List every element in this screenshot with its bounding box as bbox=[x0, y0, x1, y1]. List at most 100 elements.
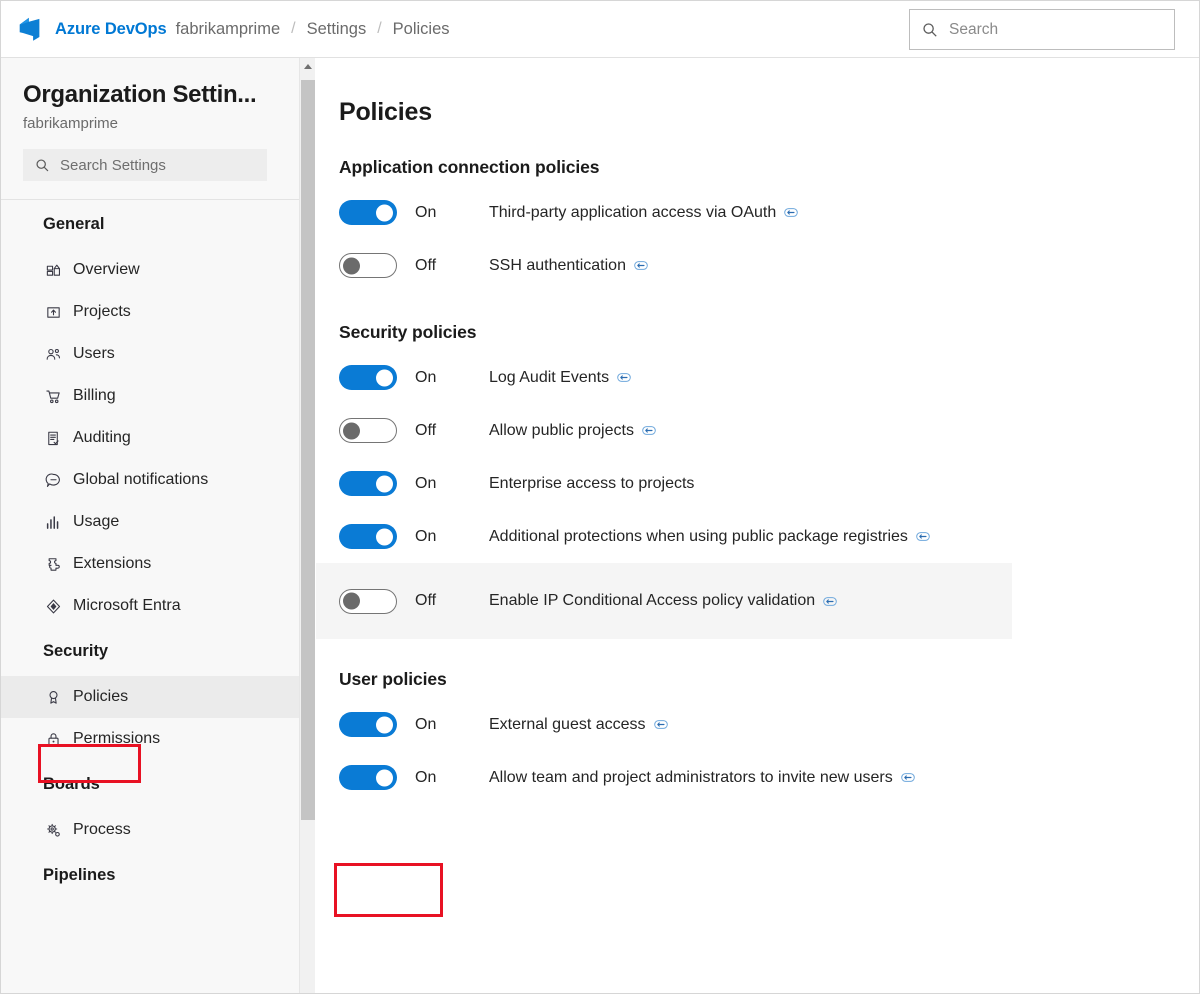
settings-search-placeholder: Search Settings bbox=[60, 156, 166, 174]
sidebar-item-label: Global notifications bbox=[73, 471, 209, 488]
sidebar-item-label: Permissions bbox=[73, 730, 161, 747]
policy-rows: On External guest access On Allow team and… bbox=[316, 698, 1199, 804]
external-link-icon[interactable] bbox=[784, 207, 799, 218]
policy-section: Security policies On Log Audit Events Off A… bbox=[316, 322, 1199, 639]
breadcrumb-separator: / bbox=[291, 20, 296, 37]
sidebar-item-microsoft-entra[interactable]: Microsoft Entra bbox=[1, 585, 299, 627]
policy-row[interactable]: Off SSH authentication bbox=[316, 239, 1012, 292]
policy-toggle[interactable] bbox=[339, 200, 397, 225]
policy-toggle[interactable] bbox=[339, 524, 397, 549]
users-icon bbox=[43, 344, 63, 364]
sidebar-item-label: Billing bbox=[73, 387, 116, 404]
scrollbar-thumb[interactable] bbox=[301, 80, 315, 820]
breadcrumb-settings[interactable]: Settings bbox=[307, 20, 367, 39]
toggle-knob bbox=[343, 257, 360, 274]
external-link-icon[interactable] bbox=[642, 425, 656, 436]
global-search-placeholder: Search bbox=[949, 20, 999, 38]
sidebar-item-billing[interactable]: Billing bbox=[1, 375, 299, 417]
policy-state-label: On bbox=[415, 768, 437, 786]
policy-row[interactable]: On Additional protections when using publ… bbox=[316, 510, 1012, 563]
sidebar-item-extensions[interactable]: Extensions bbox=[1, 543, 299, 585]
policy-row[interactable]: On Allow team and project administrators … bbox=[316, 751, 1012, 804]
toggle-knob bbox=[343, 422, 360, 439]
policy-row[interactable]: Off Allow public projects bbox=[316, 404, 1012, 457]
sidebar-item-label: Auditing bbox=[73, 429, 131, 446]
sidebar-item-usage[interactable]: Usage bbox=[1, 501, 299, 543]
policy-row[interactable]: On Third-party application access via OAu… bbox=[316, 186, 1012, 239]
policy-state-label: On bbox=[415, 527, 437, 545]
chevron-up-icon[interactable] bbox=[300, 58, 315, 75]
global-search-box[interactable]: Search bbox=[909, 9, 1175, 50]
policy-name: Enterprise access to projects bbox=[489, 475, 694, 493]
breadcrumb-policies[interactable]: Policies bbox=[393, 20, 450, 39]
policy-name: Allow public projects bbox=[489, 422, 656, 440]
main-content: Policies Application connection policies… bbox=[316, 58, 1199, 993]
sidebar-item-policies[interactable]: Policies bbox=[1, 676, 299, 718]
sidebar-item-process[interactable]: Process bbox=[1, 809, 299, 851]
policy-name: Additional protections when using public… bbox=[489, 528, 930, 546]
policy-name: Enable IP Conditional Access policy vali… bbox=[489, 592, 837, 610]
sidebar-item-projects[interactable]: Projects bbox=[1, 291, 299, 333]
sidebar-item-auditing[interactable]: Auditing bbox=[1, 417, 299, 459]
policy-section-title: User policies bbox=[339, 669, 447, 689]
policy-name-text: Third-party application access via OAuth bbox=[489, 203, 777, 221]
policy-row[interactable]: On External guest access bbox=[316, 698, 1012, 751]
sidebar-item-overview[interactable]: Overview bbox=[1, 249, 299, 291]
sidebar-item-label: Process bbox=[73, 821, 131, 838]
sidebar-item-label: Microsoft Entra bbox=[73, 597, 181, 614]
policy-name-text: Enable IP Conditional Access policy vali… bbox=[489, 592, 816, 609]
toggle-knob bbox=[376, 475, 393, 492]
top-header: Azure DevOps fabrikamprime / Settings / … bbox=[1, 1, 1199, 58]
policy-state-label: On bbox=[415, 474, 437, 492]
sidebar-group-boards: Boards bbox=[43, 775, 100, 793]
sidebar-item-label: Usage bbox=[73, 513, 120, 530]
policy-row[interactable]: On Log Audit Events bbox=[316, 351, 1012, 404]
external-link-icon[interactable] bbox=[617, 372, 631, 383]
sidebar-group-security: Security bbox=[43, 642, 109, 660]
policy-state-label: Off bbox=[415, 592, 437, 609]
shopping-cart-icon bbox=[43, 386, 63, 406]
policy-name: Log Audit Events bbox=[489, 369, 631, 387]
brand-label[interactable]: Azure DevOps bbox=[55, 20, 167, 39]
policy-toggle[interactable] bbox=[339, 253, 397, 278]
toggle-knob bbox=[376, 716, 393, 733]
toggle-knob bbox=[376, 528, 393, 545]
external-link-icon[interactable] bbox=[900, 772, 915, 783]
policy-state-label: On bbox=[415, 203, 437, 221]
policy-toggle[interactable] bbox=[339, 765, 397, 790]
policy-toggle[interactable] bbox=[339, 471, 397, 496]
policy-toggle[interactable] bbox=[339, 418, 397, 443]
search-icon bbox=[922, 22, 938, 38]
policy-ribbon-icon bbox=[43, 687, 63, 707]
sidebar-scrollbar[interactable] bbox=[299, 58, 315, 993]
policy-toggle[interactable] bbox=[339, 712, 397, 737]
sidebar-item-users[interactable]: Users bbox=[1, 333, 299, 375]
bar-chart-icon bbox=[43, 512, 63, 532]
overview-grid-icon bbox=[43, 260, 63, 280]
sidebar-item-label: Users bbox=[73, 345, 115, 362]
sidebar-group-general: General bbox=[43, 215, 105, 233]
external-link-icon[interactable] bbox=[823, 596, 837, 607]
toggle-knob bbox=[376, 769, 393, 786]
policy-name-text: SSH authentication bbox=[489, 256, 626, 274]
puzzle-extension-icon bbox=[43, 554, 63, 574]
policy-row[interactable]: On Enterprise access to projects bbox=[316, 457, 1012, 510]
azure-devops-logo[interactable] bbox=[13, 12, 47, 46]
policy-state-label: Off bbox=[415, 421, 437, 439]
policy-name-text: Additional protections when using public… bbox=[489, 527, 908, 545]
policy-toggle[interactable] bbox=[339, 588, 397, 614]
sidebar-item-global-notifications[interactable]: Global notifications bbox=[1, 459, 299, 501]
policy-row[interactable]: Off Enable IP Conditional Access policy v… bbox=[316, 563, 1012, 639]
sidebar-item-label: Overview bbox=[73, 261, 140, 278]
policy-section: User policies On External guest access On A… bbox=[316, 669, 1199, 804]
settings-search-input[interactable]: Search Settings bbox=[23, 149, 267, 181]
sidebar-item-permissions[interactable]: Permissions bbox=[1, 718, 299, 760]
policy-toggle[interactable] bbox=[339, 365, 397, 390]
policy-sections: Application connection policies On Third-p… bbox=[316, 157, 1199, 804]
policy-section-title: Security policies bbox=[339, 322, 477, 342]
external-link-icon[interactable] bbox=[916, 531, 930, 542]
breadcrumb-organization[interactable]: fabrikamprime bbox=[176, 20, 281, 39]
settings-sidebar: Organization Settin... fabrikamprime Sea… bbox=[1, 58, 299, 993]
external-link-icon[interactable] bbox=[634, 260, 648, 271]
external-link-icon[interactable] bbox=[653, 719, 668, 730]
